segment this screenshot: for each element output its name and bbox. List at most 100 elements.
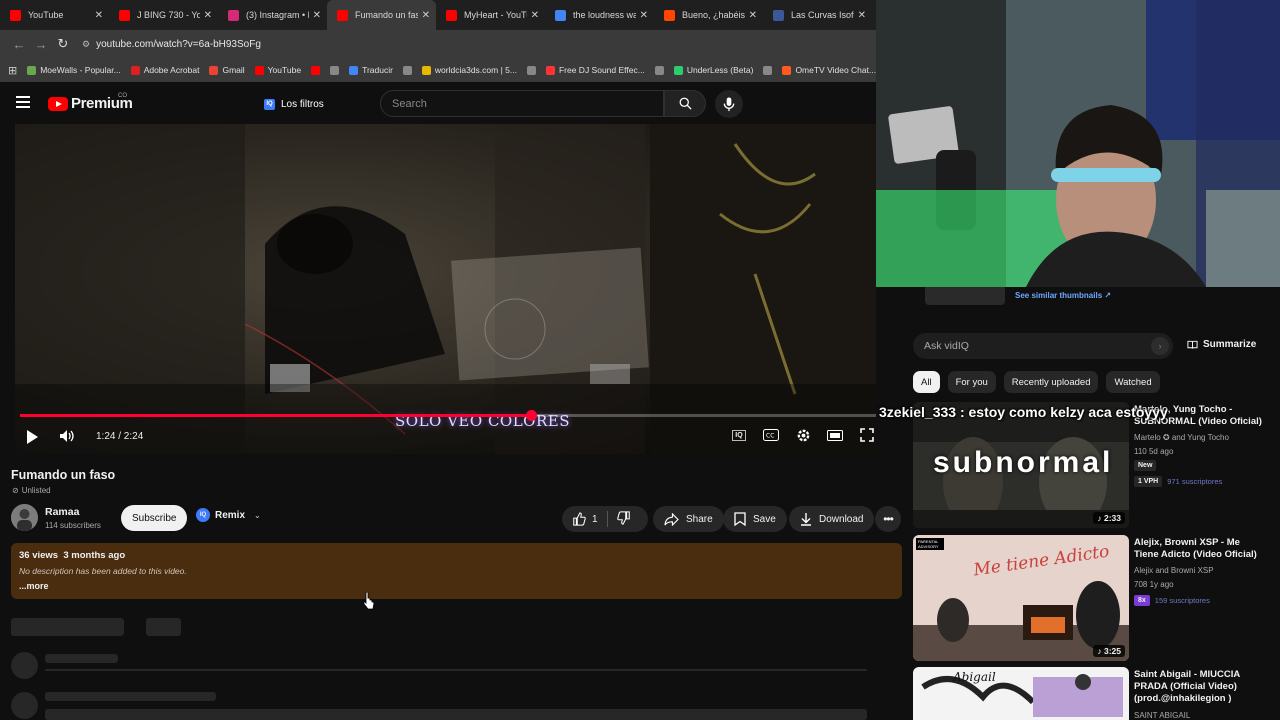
player-controls: 1:24 / 2:24 IQ CC	[15, 424, 876, 450]
similar-thumbnail[interactable]	[925, 287, 1005, 305]
video-title[interactable]: Alejix, Browni XSP - Me Tiene Adicto (Vi…	[1134, 537, 1262, 561]
video-thumbnail[interactable]: subnormal ♪ 2:33	[913, 402, 1129, 528]
filter-chip[interactable]: All	[913, 371, 940, 393]
close-tab-icon[interactable]: ✕	[858, 10, 866, 21]
filter-chip[interactable]: Recently uploaded	[1003, 371, 1099, 393]
chevron-right-icon[interactable]: ›	[1151, 337, 1169, 355]
recommended-video[interactable]: Me tiene Adicto PARENTAL ADVISORY ♪ 3:25…	[913, 535, 1273, 661]
description-box[interactable]: 36 views 3 months ago No description has…	[11, 543, 902, 599]
browser-tab[interactable]: Fumando un faso ✕	[327, 0, 436, 30]
browser-tab[interactable]: the loudness war ✕	[545, 0, 654, 30]
close-tab-icon[interactable]: ✕	[531, 10, 539, 21]
subscriber-count: 159 suscriptores	[1154, 596, 1210, 605]
bookmark-favicon-icon	[545, 65, 555, 75]
voice-search-button[interactable]	[715, 90, 743, 118]
recommended-video[interactable]: Abigail Saint Abigail - MIUCCIA PRADA (O…	[913, 667, 1273, 720]
close-tab-icon[interactable]: ✕	[313, 10, 321, 21]
show-more-link[interactable]: ...more	[19, 581, 894, 591]
site-info-icon[interactable]: ⚙	[82, 39, 90, 50]
browser-tab[interactable]: YouTube ✕	[0, 0, 109, 30]
video-title[interactable]: Saint Abigail - MIUCCIA PRADA (Official …	[1134, 669, 1262, 705]
url-text[interactable]: youtube.com/watch?v=6a-bH93SoFg	[96, 39, 261, 50]
bookmark-item[interactable]	[330, 65, 340, 75]
bookmark-item[interactable]	[763, 65, 773, 75]
bookmark-item[interactable]: Traducir	[349, 65, 393, 75]
svg-text:CC: CC	[766, 433, 774, 440]
bookmark-item[interactable]: OmeTV Video Chat...	[782, 65, 876, 75]
summarize-button[interactable]: Summarize	[1187, 339, 1256, 350]
bookmark-favicon-icon	[254, 65, 264, 75]
vidiq-filters-button[interactable]: IQ Los filtros	[256, 94, 332, 114]
menu-icon[interactable]	[16, 96, 30, 108]
browser-tab[interactable]: J BING 730 - You ✕	[109, 0, 218, 30]
close-tab-icon[interactable]: ✕	[640, 10, 648, 21]
video-stats: 110 5d ago	[1134, 447, 1174, 456]
close-tab-icon[interactable]: ✕	[204, 10, 212, 21]
tab-favicon-icon	[773, 9, 784, 21]
dislike-button[interactable]	[616, 510, 631, 528]
ask-vidiq-input[interactable]: Ask vidIQ ›	[913, 333, 1173, 359]
browser-tab[interactable]: MyHeart - YouTu ✕	[436, 0, 545, 30]
remix-button[interactable]: IQ Remix ⌄	[196, 508, 261, 522]
bookmark-item[interactable]	[654, 65, 664, 75]
filter-chip[interactable]: Watched	[1106, 371, 1160, 393]
video-author[interactable]: Martelo ✪ and Yung Tocho	[1134, 433, 1229, 442]
save-button[interactable]: Save	[723, 506, 787, 532]
progress-scrubber[interactable]	[526, 410, 538, 421]
browser-tab[interactable]: Bueno, ¿habéis o ✕	[654, 0, 763, 30]
like-button[interactable]: 1	[572, 512, 598, 526]
browser-tab[interactable]: Las Curvas Isofó ✕	[763, 0, 872, 30]
volume-icon[interactable]	[59, 428, 75, 444]
channel-name[interactable]: Ramaa	[45, 506, 79, 518]
recommended-video[interactable]: subnormal ♪ 2:33 Martelo, Yung Tocho - S…	[913, 402, 1273, 528]
search-input[interactable]: Search	[380, 90, 664, 117]
back-icon[interactable]: ←	[8, 37, 30, 52]
bookmark-label: OmeTV Video Chat...	[795, 65, 876, 75]
channel-avatar[interactable]	[11, 504, 38, 531]
bookmark-item[interactable]: MoeWalls - Popular...	[27, 65, 121, 75]
more-actions-button[interactable]: •••	[875, 506, 901, 532]
video-author[interactable]: Alejix and Browni XSP	[1134, 566, 1214, 575]
filters-label: Los filtros	[281, 98, 324, 110]
close-tab-icon[interactable]: ✕	[749, 10, 757, 21]
browser-tab[interactable]: (3) Instagram • M ✕	[218, 0, 327, 30]
bookmark-item[interactable]: UnderLess (Beta)	[673, 65, 754, 75]
close-tab-icon[interactable]: ✕	[95, 10, 103, 21]
video-author[interactable]: SAINT ABIGAIL	[1134, 711, 1190, 720]
video-thumbnail[interactable]: Me tiene Adicto PARENTAL ADVISORY ♪ 3:25	[913, 535, 1129, 661]
video-thumbnail[interactable]: Abigail	[913, 667, 1129, 720]
subscriber-count: 971 suscriptores	[1167, 477, 1223, 486]
vidiq-player-button[interactable]: IQ	[730, 426, 748, 444]
bookmark-item[interactable]: Free DJ Sound Effec...	[545, 65, 645, 75]
bookmark-item[interactable]	[311, 65, 321, 75]
url-field[interactable]: ⚙ youtube.com/watch?v=6a-bH93SoFg	[82, 39, 261, 50]
see-similar-thumbnails-link[interactable]: See similar thumbnails ↗	[1015, 291, 1111, 300]
subscribe-button[interactable]: Subscribe	[121, 505, 188, 531]
fullscreen-icon[interactable]	[858, 426, 876, 444]
bookmark-item[interactable]	[526, 65, 536, 75]
settings-icon[interactable]	[794, 426, 812, 444]
apps-icon[interactable]: ⊞	[8, 64, 17, 77]
captions-icon[interactable]: CC	[762, 426, 780, 444]
download-button[interactable]: Download	[789, 506, 875, 532]
reload-icon[interactable]: ↻	[52, 36, 74, 52]
play-icon[interactable]	[27, 430, 38, 444]
video-player[interactable]: SOLO VEO COLORES 1:24 / 2:24 IQ CC	[15, 124, 876, 454]
bookmark-item[interactable]	[402, 65, 412, 75]
loading-skeleton	[11, 618, 124, 636]
bookmark-item[interactable]: Adobe Acrobat	[130, 65, 199, 75]
bookmark-item[interactable]: Gmail	[209, 65, 245, 75]
close-tab-icon[interactable]: ✕	[422, 10, 430, 21]
forward-icon[interactable]: →	[30, 37, 52, 52]
tab-title: the loudness war	[573, 10, 636, 20]
youtube-premium-logo[interactable]: Premium CO	[48, 93, 133, 112]
youtube-header: Premium CO IQ Los filtros Search	[0, 84, 876, 124]
bookmark-item[interactable]: YouTube	[254, 65, 301, 75]
progress-bar[interactable]	[20, 410, 876, 421]
filter-chip[interactable]: For you	[947, 371, 996, 393]
bookmark-label: UnderLess (Beta)	[686, 65, 754, 75]
search-button[interactable]	[664, 90, 706, 117]
share-button[interactable]: Share	[653, 506, 724, 532]
theater-mode-icon[interactable]	[826, 426, 844, 444]
bookmark-item[interactable]: worldcia3ds.com | 5...	[421, 65, 517, 75]
